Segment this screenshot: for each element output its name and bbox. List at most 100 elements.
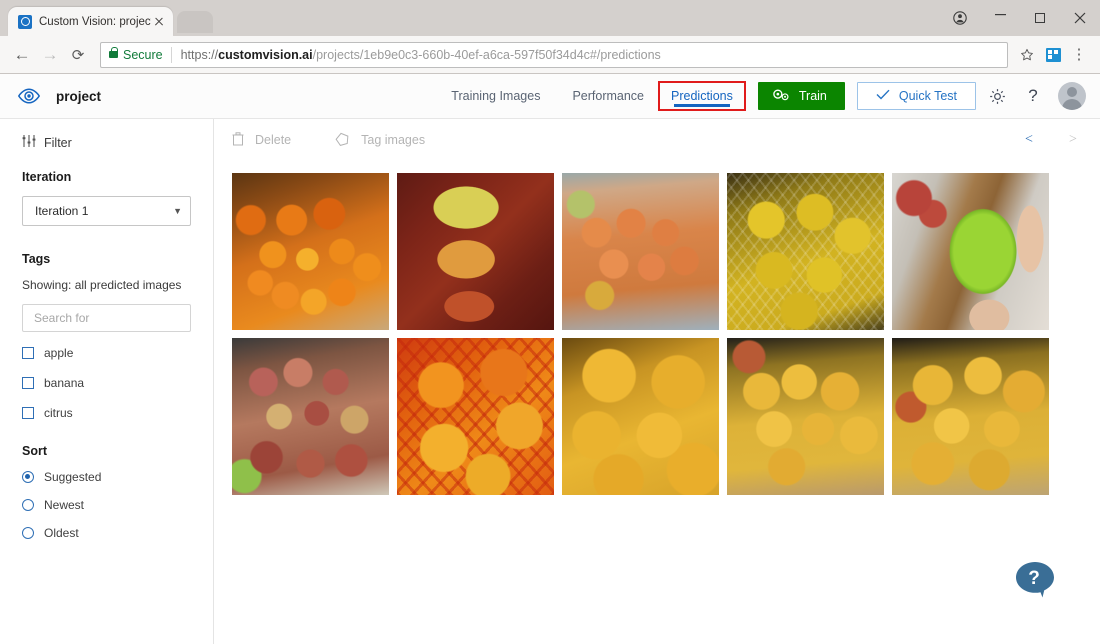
prediction-image[interactable] xyxy=(562,338,719,495)
sort-heading: Sort xyxy=(22,444,191,458)
pagination: < > xyxy=(1022,132,1080,148)
chevron-down-icon: ▼ xyxy=(173,206,182,216)
secure-label: Secure xyxy=(123,48,163,62)
close-icon[interactable] xyxy=(151,14,167,30)
sort-option-label: Newest xyxy=(44,498,84,512)
sort-option-oldest[interactable]: Oldest xyxy=(22,526,191,540)
star-icon[interactable] xyxy=(1014,42,1040,68)
gears-icon xyxy=(772,88,790,105)
forward-button[interactable]: → xyxy=(36,41,64,69)
eye-icon[interactable] xyxy=(16,83,42,109)
train-button-label: Train xyxy=(799,89,827,103)
lock-icon xyxy=(109,51,118,58)
browser-toolbar: ← → ⟳ Secure https://customvision.ai/pro… xyxy=(0,36,1100,74)
close-window-button[interactable] xyxy=(1060,3,1100,33)
svg-text:?: ? xyxy=(1028,568,1040,589)
radio-icon xyxy=(22,499,34,511)
tag-label: citrus xyxy=(44,406,73,420)
back-button[interactable]: ← xyxy=(8,41,36,69)
tag-checkbox-apple[interactable]: apple xyxy=(22,346,191,360)
url-path: /projects/1eb9e0c3-660b-40ef-a6ca-597f50… xyxy=(313,48,661,62)
tags-heading: Tags xyxy=(22,252,191,266)
prediction-image[interactable] xyxy=(727,173,884,330)
tag-search-input[interactable] xyxy=(22,304,191,332)
checkbox-icon xyxy=(22,407,34,419)
sort-option-newest[interactable]: Newest xyxy=(22,498,191,512)
omnibox-divider xyxy=(171,47,172,63)
command-bar: Delete Tag images < > xyxy=(214,119,1100,161)
maximize-button[interactable] xyxy=(1020,3,1060,33)
filter-control[interactable]: Filter xyxy=(22,135,191,150)
help-bubble[interactable]: ? xyxy=(1012,556,1058,602)
sort-option-label: Suggested xyxy=(44,470,101,484)
radio-icon xyxy=(22,527,34,539)
new-tab-button[interactable] xyxy=(177,11,213,33)
profile-icon[interactable] xyxy=(940,3,980,33)
sort-option-label: Oldest xyxy=(44,526,79,540)
window-controls xyxy=(940,0,1100,36)
main-content: Delete Tag images < > xyxy=(214,119,1100,644)
filter-icon xyxy=(22,135,36,150)
prediction-image[interactable] xyxy=(727,338,884,495)
browser-menu-button[interactable]: ⋮ xyxy=(1066,42,1092,68)
prediction-image[interactable] xyxy=(892,338,1049,495)
delete-label: Delete xyxy=(255,133,291,147)
sort-option-suggested[interactable]: Suggested xyxy=(22,470,191,484)
browser-tab-title: Custom Vision: project - xyxy=(39,16,151,28)
app-header: project Training Images Performance Pred… xyxy=(0,74,1100,119)
url-scheme: https:// xyxy=(181,48,219,62)
delete-button[interactable]: Delete xyxy=(232,132,291,149)
url-host: customvision.ai xyxy=(218,48,312,62)
prediction-image[interactable] xyxy=(397,173,554,330)
prediction-image[interactable] xyxy=(232,338,389,495)
extension-icon[interactable] xyxy=(1040,42,1066,68)
filter-label: Filter xyxy=(44,136,72,150)
tag-label: banana xyxy=(44,376,84,390)
prediction-image[interactable] xyxy=(397,338,554,495)
iteration-heading: Iteration xyxy=(22,170,191,184)
avatar[interactable] xyxy=(1058,82,1086,110)
tab-predictions[interactable]: Predictions xyxy=(660,83,744,109)
checkbox-icon xyxy=(22,347,34,359)
prediction-image-grid xyxy=(214,161,1100,644)
tag-icon xyxy=(335,132,350,149)
browser-tabstrip: Custom Vision: project - xyxy=(0,0,1100,36)
reload-button[interactable]: ⟳ xyxy=(64,41,92,69)
iteration-selected-value: Iteration 1 xyxy=(35,204,88,218)
app-body: Filter Iteration Iteration 1 ▼ Tags Show… xyxy=(0,119,1100,644)
sidebar: Filter Iteration Iteration 1 ▼ Tags Show… xyxy=(0,119,214,644)
train-button[interactable]: Train xyxy=(758,82,845,110)
prediction-image[interactable] xyxy=(562,173,719,330)
custom-vision-app: project Training Images Performance Pred… xyxy=(0,74,1100,644)
url-text: https://customvision.ai/projects/1eb9e0c… xyxy=(181,48,661,62)
tag-images-button[interactable]: Tag images xyxy=(335,132,425,149)
sort-section: Sort Suggested Newest Oldest xyxy=(22,444,191,540)
quick-test-button[interactable]: Quick Test xyxy=(857,82,976,110)
address-bar[interactable]: Secure https://customvision.ai/projects/… xyxy=(100,42,1008,68)
prediction-image[interactable] xyxy=(232,173,389,330)
next-page-button[interactable]: > xyxy=(1066,132,1080,148)
quick-test-label: Quick Test xyxy=(899,89,957,103)
minimize-button[interactable] xyxy=(980,3,1020,33)
trash-icon xyxy=(232,132,244,149)
browser-window: Custom Vision: project - ← → ⟳ Secure ht… xyxy=(0,0,1100,644)
tag-checkbox-banana[interactable]: banana xyxy=(22,376,191,390)
customvision-icon xyxy=(18,15,32,29)
page-title: project xyxy=(56,89,101,104)
gear-icon[interactable] xyxy=(982,81,1012,111)
radio-icon xyxy=(22,471,34,483)
tags-showing-label: Showing: all predicted images xyxy=(22,278,191,292)
prev-page-button[interactable]: < xyxy=(1022,132,1036,148)
help-icon[interactable]: ? xyxy=(1018,81,1048,111)
app-nav-tabs: Training Images Performance Predictions … xyxy=(435,74,1086,119)
browser-tab[interactable]: Custom Vision: project - xyxy=(8,7,173,36)
tag-images-label: Tag images xyxy=(361,133,425,147)
check-icon xyxy=(876,89,890,103)
iteration-select[interactable]: Iteration 1 ▼ xyxy=(22,196,191,226)
tag-checkbox-citrus[interactable]: citrus xyxy=(22,406,191,420)
prediction-image[interactable] xyxy=(892,173,1049,330)
checkbox-icon xyxy=(22,377,34,389)
tag-label: apple xyxy=(44,346,73,360)
tab-performance[interactable]: Performance xyxy=(556,74,660,119)
tab-training-images[interactable]: Training Images xyxy=(435,74,556,119)
